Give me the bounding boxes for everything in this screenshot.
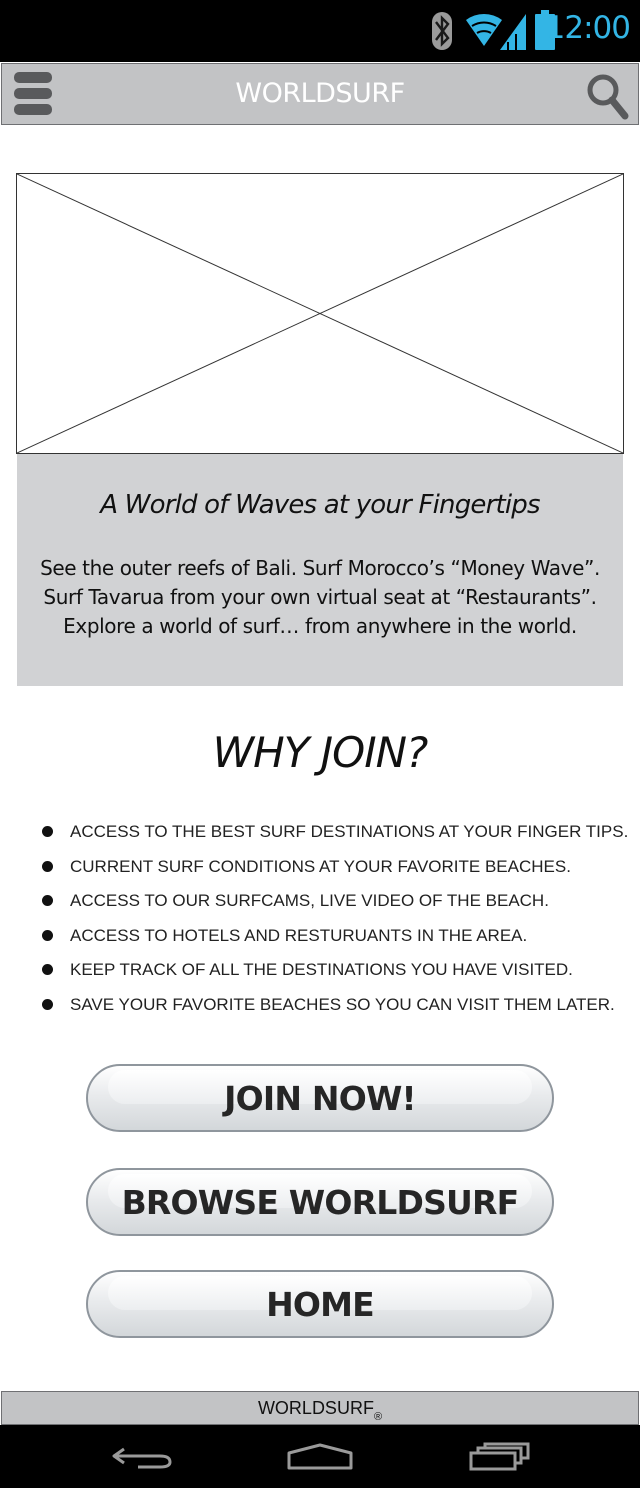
benefit-item: ACCESS TO OUR SURFCAMS, LIVE VIDEO OF TH… — [42, 887, 628, 922]
home-button[interactable]: HOME — [86, 1270, 554, 1338]
hero-tagline: A World of Waves at your Fingertips — [100, 490, 540, 520]
placeholder-cross — [16, 173, 624, 454]
wifi-icon — [466, 14, 502, 46]
hero-description: See the outer reefs of Bali. Surf Morocc… — [17, 554, 623, 641]
hero-caption-panel: A World of Waves at your Fingertips See … — [17, 454, 623, 686]
benefits-list: ACCESS TO THE BEST SURF DESTINATIONS AT … — [42, 818, 628, 1026]
hero-line: See the outer reefs of Bali. Surf Morocc… — [40, 556, 600, 580]
nav-icons — [112, 1442, 530, 1471]
home-label: HOME — [266, 1284, 375, 1324]
back-icon[interactable] — [112, 1447, 172, 1469]
benefit-item: SAVE YOUR FAVORITE BEACHES SO YOU CAN VI… — [42, 991, 628, 1026]
hero-line: Explore a world of surf… from anywhere i… — [63, 614, 577, 638]
browse-worldsurf-button[interactable]: BROWSE WORLDSURF — [86, 1168, 554, 1236]
hero-line: Surf Tavarua from your own virtual seat … — [43, 585, 597, 609]
benefit-item: KEEP TRACK OF ALL THE DESTINATIONS YOU H… — [42, 956, 628, 991]
benefit-item: ACCESS TO HOTELS AND RESTURUANTS IN THE … — [42, 922, 628, 957]
home-icon[interactable] — [287, 1443, 353, 1470]
signal-icon — [500, 14, 526, 50]
action-bar: WORLDSURF — [1, 63, 639, 125]
benefit-item: ACCESS TO THE BEST SURF DESTINATIONS AT … — [42, 818, 628, 853]
bluetooth-icon — [432, 12, 452, 50]
status-icons — [432, 10, 555, 50]
footer-brand: WORLDSURF — [257, 1398, 374, 1418]
app-title: WORLDSURF — [235, 78, 405, 109]
footer-bar: WORLDSURF® — [1, 1391, 639, 1425]
registered-mark: ® — [373, 1411, 383, 1423]
join-now-label: JOIN NOW! — [224, 1078, 416, 1118]
recent-apps-icon[interactable] — [469, 1442, 530, 1471]
status-bar: 12:00 — [0, 0, 640, 62]
benefit-item: CURRENT SURF CONDITIONS AT YOUR FAVORITE… — [42, 853, 628, 888]
why-join-heading: WHY JOIN? — [212, 728, 429, 777]
hero-image-placeholder — [16, 173, 624, 454]
join-now-button[interactable]: JOIN NOW! — [86, 1064, 554, 1132]
status-time: 12:00 — [545, 10, 631, 46]
browse-worldsurf-label: BROWSE WORLDSURF — [121, 1182, 520, 1222]
search-icon[interactable] — [586, 70, 630, 122]
navigation-bar — [0, 1425, 640, 1488]
